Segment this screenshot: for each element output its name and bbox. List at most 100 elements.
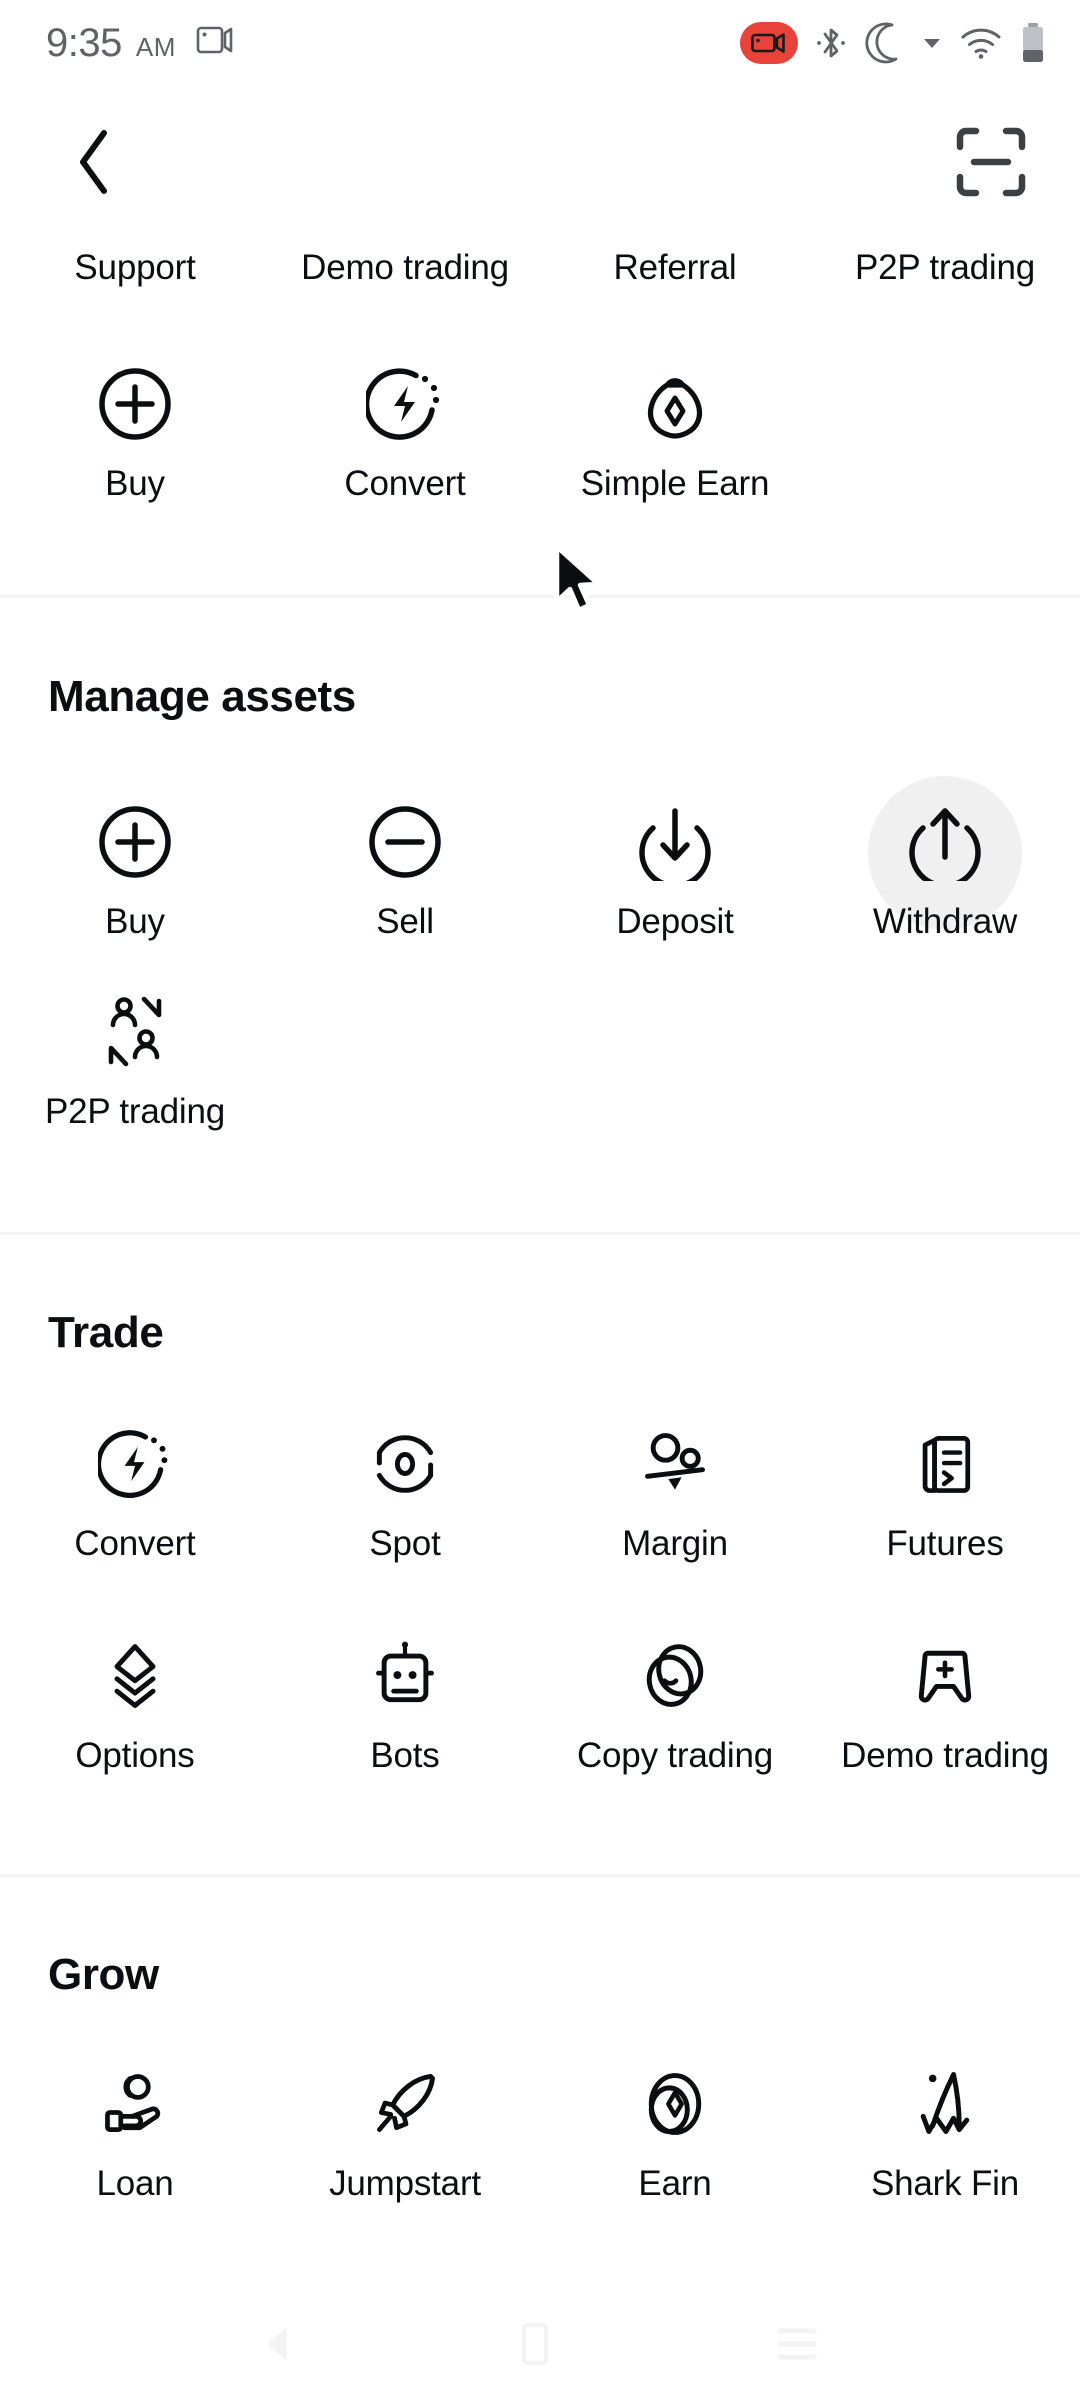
manage-assets-item-deposit[interactable]: Deposit [540,790,810,942]
trade-item-demo-trading[interactable]: Demo trading [810,1624,1080,1776]
quick-access-item-support[interactable]: Support [0,248,270,288]
trade-label: Convert [74,1524,196,1563]
convert-bolt-icon [359,358,451,450]
earn-coin-icon [629,2058,721,2150]
loan-hand-coins-icon [89,2058,181,2150]
wifi-dropdown-icon [922,35,942,51]
section-divider [0,595,1080,598]
trade-item-spot[interactable]: Spot [270,1412,540,1564]
recents-lines-icon [775,2324,819,2364]
money-bag-icon [629,358,721,450]
section-divider [0,1232,1080,1235]
android-home-button[interactable] [518,2322,552,2366]
quick-access-label: Support [74,248,196,287]
grow-item-jumpstart[interactable]: Jumpstart [270,2052,540,2204]
trade-label: Demo trading [841,1736,1049,1775]
shark-fin-icon [899,2058,991,2150]
trade-item-margin[interactable]: Margin [540,1412,810,1564]
quick-access-label-row: Support Demo trading Referral P2P tradin… [0,248,1080,288]
back-button[interactable] [50,117,140,207]
grow-label: Earn [638,2164,712,2203]
notification-screenshot-icon [196,24,234,56]
margin-scale-icon [629,1418,721,1510]
manage-assets-label: Sell [376,902,434,941]
status-bar: 9:35 AM [0,0,1080,86]
manage-assets-item-withdraw[interactable]: Withdraw [810,776,1080,942]
p2p-people-exchange-icon [89,986,181,1078]
app-bar [0,104,1080,220]
quick-access-empty-cell [810,352,1080,504]
quick-access-label: Buy [105,464,165,503]
grow-label: Loan [96,2164,174,2203]
trade-label: Futures [886,1524,1004,1563]
section-title-grow: Grow [48,1950,159,1999]
mouse-pointer-icon [551,544,613,618]
trade-label: Options [75,1736,195,1775]
deposit-arrow-down-icon [629,796,721,888]
spot-circle-dot-icon [359,1418,451,1510]
circle-plus-icon [89,358,181,450]
android-recents-button[interactable] [775,2324,819,2364]
manage-assets-row-1: Buy Sell Deposit Withdraw [0,776,1080,942]
quick-access-item-buy[interactable]: Buy [0,352,270,504]
quick-access-label: Demo trading [301,248,509,287]
triangle-back-icon [261,2324,295,2364]
battery-icon [1020,22,1046,64]
manage-assets-row-2: P2P trading [0,980,1080,1132]
scan-button[interactable] [946,117,1036,207]
quick-access-item-convert[interactable]: Convert [270,352,540,504]
grow-item-earn[interactable]: Earn [540,2052,810,2204]
trade-label: Spot [369,1524,441,1563]
scan-qr-icon [954,125,1028,199]
demo-trading-gamepad-icon [899,1630,991,1722]
grow-label: Jumpstart [329,2164,481,2203]
jumpstart-rocket-icon [359,2058,451,2150]
section-title-manage-assets: Manage assets [48,672,356,721]
manage-assets-label: Withdraw [872,902,1018,941]
quick-access-item-simple-earn[interactable]: Simple Earn [540,352,810,504]
grow-item-shark-fin[interactable]: Shark Fin [810,2052,1080,2204]
trade-item-options[interactable]: Options [0,1624,270,1776]
manage-assets-item-buy[interactable]: Buy [0,790,270,942]
quick-access-label: Simple Earn [580,464,770,503]
wifi-icon [960,26,1002,60]
phone-screen: 9:35 AM Support Demo trading Referral P2… [0,0,1080,2400]
status-bar-clock: 9:35 [46,20,122,65]
manage-assets-title-wrap: Manage assets [0,672,1080,722]
trade-row-2: Options Bots Copy trading Demo trading [0,1624,1080,1776]
quick-access-item-referral[interactable]: Referral [540,248,810,288]
status-bar-left: 9:35 AM [46,21,234,66]
futures-contract-icon [899,1418,991,1510]
manage-assets-label: P2P trading [44,1092,226,1131]
manage-assets-empty-cell [270,980,540,1132]
circle-plus-icon [89,796,181,888]
trade-item-futures[interactable]: Futures [810,1412,1080,1564]
manage-assets-label: Buy [105,902,165,941]
manage-assets-label: Deposit [616,902,734,941]
trade-label: Copy trading [576,1736,774,1775]
convert-bolt-icon [89,1418,181,1510]
quick-access-label: Referral [613,248,737,287]
quick-access-item-demo-trading[interactable]: Demo trading [270,248,540,288]
quick-access-label: Convert [344,464,466,503]
grow-label: Shark Fin [871,2164,1019,2203]
trade-label: Margin [622,1524,728,1563]
grow-row-1: Loan Jumpstart Earn Shark Fin [0,2052,1080,2204]
trade-item-convert[interactable]: Convert [0,1412,270,1564]
quick-access-item-p2p-trading[interactable]: P2P trading [810,248,1080,288]
quick-access-icon-row: Buy Convert Simple Earn [0,352,1080,504]
trade-item-bots[interactable]: Bots [270,1624,540,1776]
do-not-disturb-moon-icon [864,21,904,65]
bots-robot-icon [359,1630,451,1722]
manage-assets-item-sell[interactable]: Sell [270,790,540,942]
trade-item-copy-trading[interactable]: Copy trading [540,1624,810,1776]
status-bar-ampm: AM [135,31,176,62]
section-divider [0,1874,1080,1877]
copy-trading-icon [629,1630,721,1722]
trade-row-1: Convert Spot Margin Futures [0,1412,1080,1564]
manage-assets-item-p2p-trading[interactable]: P2P trading [0,980,270,1132]
grow-title-wrap: Grow [0,1950,1080,2000]
circle-minus-icon [359,796,451,888]
grow-item-loan[interactable]: Loan [0,2052,270,2204]
android-back-button[interactable] [261,2324,295,2364]
